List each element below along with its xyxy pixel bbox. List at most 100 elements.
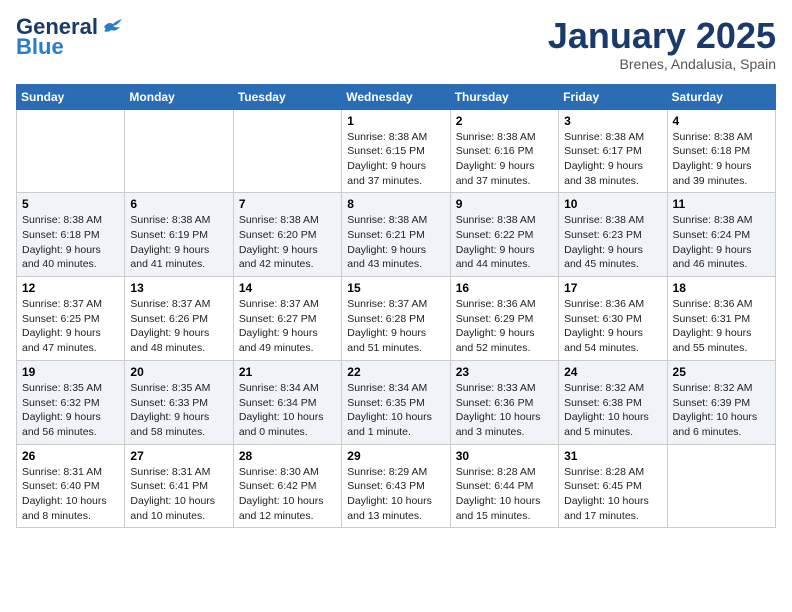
day-number: 16 — [456, 281, 553, 295]
day-number: 27 — [130, 449, 227, 463]
day-info: Sunrise: 8:31 AMSunset: 6:41 PMDaylight:… — [130, 465, 227, 524]
day-number: 26 — [22, 449, 119, 463]
day-number: 12 — [22, 281, 119, 295]
day-number: 3 — [564, 114, 661, 128]
table-row — [667, 444, 775, 528]
day-info: Sunrise: 8:30 AMSunset: 6:42 PMDaylight:… — [239, 465, 336, 524]
col-sunday: Sunday — [17, 84, 125, 109]
table-row: 18 Sunrise: 8:36 AMSunset: 6:31 PMDayligh… — [667, 277, 775, 361]
day-number: 2 — [456, 114, 553, 128]
page-header: General Blue January 2025 Brenes, Andalu… — [16, 16, 776, 72]
day-info: Sunrise: 8:37 AMSunset: 6:27 PMDaylight:… — [239, 297, 336, 356]
table-row: 22Sunrise: 8:34 AMSunset: 6:35 PMDayligh… — [342, 360, 450, 444]
day-number: 5 — [22, 197, 119, 211]
table-row: 9 Sunrise: 8:38 AMSunset: 6:22 PMDaylight… — [450, 193, 558, 277]
day-number: 14 — [239, 281, 336, 295]
day-number: 6 — [130, 197, 227, 211]
table-row: 29 Sunrise: 8:29 AMSunset: 6:43 PMDayligh… — [342, 444, 450, 528]
table-row: 17 Sunrise: 8:36 AMSunset: 6:30 PMDayligh… — [559, 277, 667, 361]
day-info: Sunrise: 8:38 AMSunset: 6:22 PMDaylight:… — [456, 213, 553, 272]
day-info: Sunrise: 8:38 AMSunset: 6:20 PMDaylight:… — [239, 213, 336, 272]
calendar-week-row: 12 Sunrise: 8:37 AMSunset: 6:25 PMDayligh… — [17, 277, 776, 361]
table-row: 11 Sunrise: 8:38 AMSunset: 6:24 PMDayligh… — [667, 193, 775, 277]
day-number: 9 — [456, 197, 553, 211]
day-info: Sunrise: 8:31 AMSunset: 6:40 PMDaylight:… — [22, 465, 119, 524]
table-row: 6 Sunrise: 8:38 AMSunset: 6:19 PMDaylight… — [125, 193, 233, 277]
day-info: Sunrise: 8:33 AMSunset: 6:36 PMDaylight:… — [456, 381, 553, 440]
day-number: 30 — [456, 449, 553, 463]
day-number: 11 — [673, 197, 770, 211]
day-info: Sunrise: 8:37 AMSunset: 6:25 PMDaylight:… — [22, 297, 119, 356]
header-row: Sunday Monday Tuesday Wednesday Thursday… — [17, 84, 776, 109]
day-info: Sunrise: 8:38 AMSunset: 6:18 PMDaylight:… — [22, 213, 119, 272]
day-info: Sunrise: 8:37 AMSunset: 6:28 PMDaylight:… — [347, 297, 444, 356]
table-row: 20Sunrise: 8:35 AMSunset: 6:33 PMDayligh… — [125, 360, 233, 444]
day-number: 23 — [456, 365, 553, 379]
table-row: 7Sunrise: 8:38 AMSunset: 6:20 PMDaylight… — [233, 193, 341, 277]
day-info: Sunrise: 8:34 AMSunset: 6:34 PMDaylight:… — [239, 381, 336, 440]
day-info: Sunrise: 8:38 AMSunset: 6:18 PMDaylight:… — [673, 130, 770, 189]
day-info: Sunrise: 8:29 AMSunset: 6:43 PMDaylight:… — [347, 465, 444, 524]
logo-bird-icon — [102, 19, 124, 35]
day-info: Sunrise: 8:38 AMSunset: 6:16 PMDaylight:… — [456, 130, 553, 189]
day-number: 10 — [564, 197, 661, 211]
table-row: 5 Sunrise: 8:38 AMSunset: 6:18 PMDaylight… — [17, 193, 125, 277]
table-row: 15Sunrise: 8:37 AMSunset: 6:28 PMDayligh… — [342, 277, 450, 361]
day-info: Sunrise: 8:38 AMSunset: 6:21 PMDaylight:… — [347, 213, 444, 272]
day-number: 31 — [564, 449, 661, 463]
day-info: Sunrise: 8:38 AMSunset: 6:23 PMDaylight:… — [564, 213, 661, 272]
table-row: 1 Sunrise: 8:38 AMSunset: 6:15 PMDaylight… — [342, 109, 450, 193]
logo: General Blue — [16, 16, 124, 58]
table-row — [125, 109, 233, 193]
day-info: Sunrise: 8:38 AMSunset: 6:15 PMDaylight:… — [347, 130, 444, 189]
day-number: 13 — [130, 281, 227, 295]
day-info: Sunrise: 8:28 AMSunset: 6:44 PMDaylight:… — [456, 465, 553, 524]
day-number: 18 — [673, 281, 770, 295]
day-info: Sunrise: 8:37 AMSunset: 6:26 PMDaylight:… — [130, 297, 227, 356]
day-number: 29 — [347, 449, 444, 463]
table-row — [17, 109, 125, 193]
title-block: January 2025 Brenes, Andalusia, Spain — [548, 16, 776, 72]
table-row: 21 Sunrise: 8:34 AMSunset: 6:34 PMDayligh… — [233, 360, 341, 444]
calendar-week-row: 5 Sunrise: 8:38 AMSunset: 6:18 PMDaylight… — [17, 193, 776, 277]
table-row: 26 Sunrise: 8:31 AMSunset: 6:40 PMDayligh… — [17, 444, 125, 528]
calendar-title: January 2025 — [548, 16, 776, 56]
day-number: 21 — [239, 365, 336, 379]
col-thursday: Thursday — [450, 84, 558, 109]
table-row: 25Sunrise: 8:32 AMSunset: 6:39 PMDayligh… — [667, 360, 775, 444]
table-row: 13 Sunrise: 8:37 AMSunset: 6:26 PMDayligh… — [125, 277, 233, 361]
col-wednesday: Wednesday — [342, 84, 450, 109]
table-row: 4 Sunrise: 8:38 AMSunset: 6:18 PMDaylight… — [667, 109, 775, 193]
day-info: Sunrise: 8:35 AMSunset: 6:32 PMDaylight:… — [22, 381, 119, 440]
table-row: 14 Sunrise: 8:37 AMSunset: 6:27 PMDayligh… — [233, 277, 341, 361]
day-info: Sunrise: 8:38 AMSunset: 6:17 PMDaylight:… — [564, 130, 661, 189]
col-saturday: Saturday — [667, 84, 775, 109]
day-info: Sunrise: 8:38 AMSunset: 6:19 PMDaylight:… — [130, 213, 227, 272]
day-number: 4 — [673, 114, 770, 128]
day-number: 24 — [564, 365, 661, 379]
col-friday: Friday — [559, 84, 667, 109]
table-row: 3 Sunrise: 8:38 AMSunset: 6:17 PMDaylight… — [559, 109, 667, 193]
table-row: 28Sunrise: 8:30 AMSunset: 6:42 PMDayligh… — [233, 444, 341, 528]
day-number: 8 — [347, 197, 444, 211]
calendar-table: Sunday Monday Tuesday Wednesday Thursday… — [16, 84, 776, 529]
table-row: 27 Sunrise: 8:31 AMSunset: 6:41 PMDayligh… — [125, 444, 233, 528]
table-row: 30 Sunrise: 8:28 AMSunset: 6:44 PMDayligh… — [450, 444, 558, 528]
col-monday: Monday — [125, 84, 233, 109]
table-row: 23 Sunrise: 8:33 AMSunset: 6:36 PMDayligh… — [450, 360, 558, 444]
day-number: 17 — [564, 281, 661, 295]
table-row: 19Sunrise: 8:35 AMSunset: 6:32 PMDayligh… — [17, 360, 125, 444]
day-info: Sunrise: 8:36 AMSunset: 6:31 PMDaylight:… — [673, 297, 770, 356]
calendar-week-row: 19Sunrise: 8:35 AMSunset: 6:32 PMDayligh… — [17, 360, 776, 444]
day-number: 1 — [347, 114, 444, 128]
calendar-subtitle: Brenes, Andalusia, Spain — [548, 56, 776, 72]
day-info: Sunrise: 8:32 AMSunset: 6:39 PMDaylight:… — [673, 381, 770, 440]
calendar-week-row: 26 Sunrise: 8:31 AMSunset: 6:40 PMDayligh… — [17, 444, 776, 528]
day-info: Sunrise: 8:38 AMSunset: 6:24 PMDaylight:… — [673, 213, 770, 272]
day-info: Sunrise: 8:36 AMSunset: 6:30 PMDaylight:… — [564, 297, 661, 356]
col-tuesday: Tuesday — [233, 84, 341, 109]
table-row: 31Sunrise: 8:28 AMSunset: 6:45 PMDayligh… — [559, 444, 667, 528]
logo-blue-text: Blue — [16, 36, 64, 58]
table-row: 12 Sunrise: 8:37 AMSunset: 6:25 PMDayligh… — [17, 277, 125, 361]
table-row: 8 Sunrise: 8:38 AMSunset: 6:21 PMDaylight… — [342, 193, 450, 277]
